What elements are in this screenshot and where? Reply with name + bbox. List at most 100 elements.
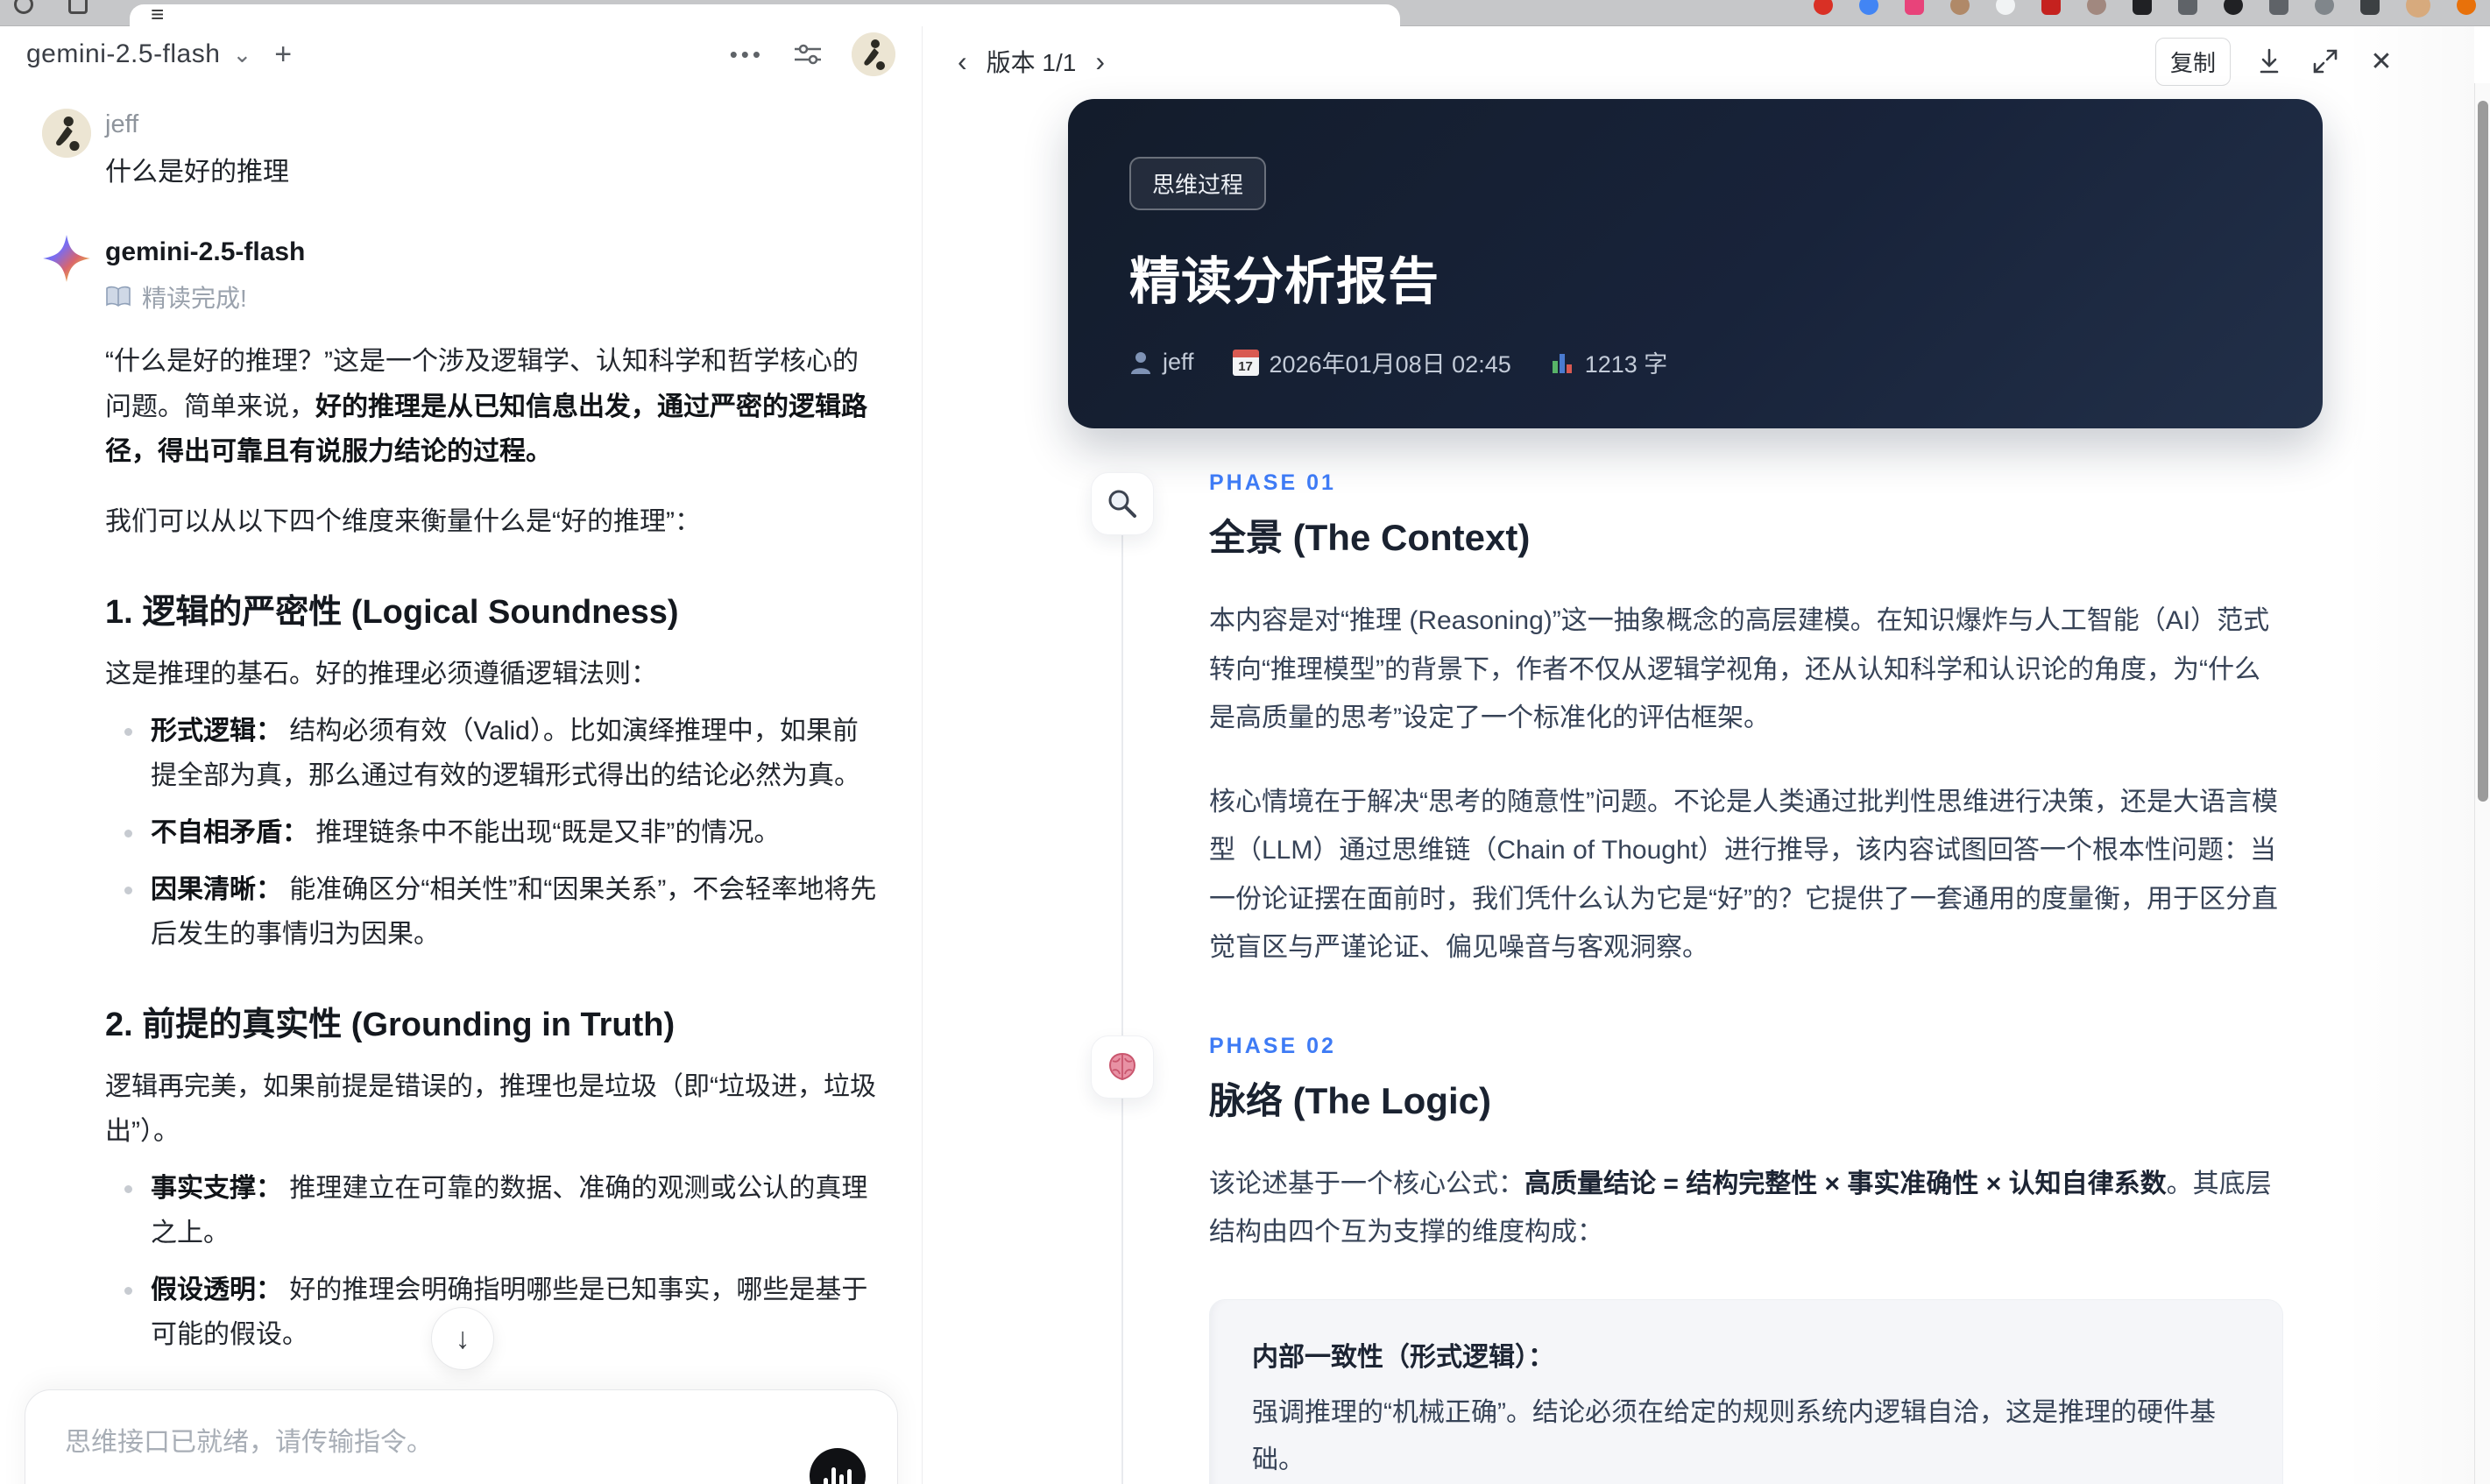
section-lead-1: 这是推理的基石。好的推理必须遵循逻辑法则： <box>105 660 657 689</box>
model-settings-sliders-icon[interactable] <box>790 37 825 72</box>
extension-icon-grey-1[interactable] <box>2178 0 2197 15</box>
user-message-row: jeff 什么是好的推理 <box>42 109 880 188</box>
phase-paragraph: 本内容是对“推理 (Reasoning)”这一抽象概念的高层建模。在知识爆炸与人… <box>1209 606 2270 732</box>
chat-header: gemini-2.5-flash ⌄ + ••• <box>0 26 922 82</box>
assistant-name: gemini-2.5-flash <box>105 237 306 266</box>
extension-icon-blue[interactable] <box>1859 0 1878 15</box>
extension-icon-orange[interactable] <box>2457 0 2476 15</box>
extension-icon-dark-1[interactable] <box>2133 0 2152 15</box>
user-avatar <box>42 109 91 158</box>
artifact-toolbar: ‹ 版本 1/1 › 复制 ✕ <box>923 35 2490 88</box>
section-list-1: 形式逻辑： 结构必须有效（Valid）。比如演绎推理中，如果前提全部为真，那么通… <box>105 709 880 957</box>
card-title: 内部一致性（形式逻辑）： <box>1252 1342 1554 1372</box>
tab-menu-icon[interactable]: ≡ <box>151 1 164 28</box>
section-heading-2: 2. 前提的真实性 (Grounding in Truth) <box>105 1007 676 1044</box>
report-title: 精读分析报告 <box>1129 253 1440 310</box>
section-heading-1: 1. 逻辑的严密性 (Logical Soundness) <box>105 594 679 632</box>
waveform-icon <box>831 1467 836 1484</box>
screen: ≡ gemini-2.5-flash ⌄ + ••• jeff 什么是好的推理 … <box>0 0 2490 1484</box>
list-item: 事实支撑： 推理建立在可靠的数据、准确的观测或公认的真理之上。 <box>105 1166 880 1255</box>
list-item: 因果清晰： 能准确区分“相关性”和“因果关系”，不会轻率地将先后发生的事情归为因… <box>105 867 880 957</box>
artifact-actions: 复制 ✕ <box>2154 37 2399 86</box>
version-navigator: ‹ 版本 1/1 › <box>958 44 1105 79</box>
report-author: jeff <box>1129 349 1194 376</box>
calendar-icon: 17 <box>1232 349 1259 376</box>
model-selector[interactable]: gemini-2.5-flash <box>26 39 220 69</box>
extension-icon-crimson[interactable] <box>2041 0 2061 15</box>
logic-dimension-cards: 内部一致性（形式逻辑）： 强调推理的“机械正确”。结论必须在给定的规则系统内逻辑… <box>1209 1298 2323 1484</box>
report-hero-card: 思维过程 精读分析报告 jeff 17 2026年01月08日 02:45 12… <box>1068 99 2323 428</box>
phase-paragraph: 核心情境在于解决“思考的随意性”问题。不论是人类通过批判性思维进行决策，还是大语… <box>1209 787 2278 963</box>
phase-title: 脉络 (The Logic) <box>1209 1079 1491 1121</box>
card-text: 强调推理的“机械正确”。结论必须在给定的规则系统内逻辑自洽，这是推理的硬件基础。 <box>1252 1397 2216 1474</box>
user-name: jeff <box>105 110 139 138</box>
phase-section-1: PHASE 01 全景 (The Context) 本内容是对“推理 (Reas… <box>1068 470 2323 972</box>
scrollbar-thumb[interactable] <box>2478 101 2488 802</box>
message-composer[interactable]: 思维接口已就绪，请传输指令。 + ❖ <box>25 1389 898 1484</box>
browser-history-icon[interactable] <box>14 0 33 14</box>
extension-icon-red[interactable] <box>1814 0 1833 15</box>
extension-icon-dark-3[interactable] <box>2360 0 2380 15</box>
waveform-icon <box>847 1469 852 1484</box>
dimension-card-1: 内部一致性（形式逻辑）： 强调推理的“机械正确”。结论必须在给定的规则系统内逻辑… <box>1209 1298 2283 1484</box>
list-item: 不自相矛盾： 推理链条中不能出现“既是又非”的情况。 <box>105 810 880 855</box>
app-window: gemini-2.5-flash ⌄ + ••• jeff 什么是好的推理 ge… <box>0 26 2490 1484</box>
waveform-icon <box>824 1478 828 1484</box>
arrow-down-icon: ↓ <box>455 1321 470 1355</box>
scroll-to-bottom-button[interactable]: ↓ <box>431 1307 494 1370</box>
section-lead-2: 逻辑再完美，如果前提是错误的，推理也是垃圾（即“垃圾进，垃圾出”）。 <box>105 1072 876 1147</box>
version-next-icon[interactable]: › <box>1095 46 1105 78</box>
extension-icon-dark-2[interactable] <box>2224 0 2243 15</box>
assistant-message-row: gemini-2.5-flash 精读完成! “什么是好的推理？”这是一个涉及逻… <box>42 234 880 1484</box>
extension-icon-pink[interactable] <box>1905 0 1924 15</box>
extension-icon-grey-3[interactable] <box>2315 0 2334 15</box>
close-icon[interactable]: ✕ <box>2364 44 2399 79</box>
extension-icon-brown[interactable] <box>2087 0 2106 15</box>
user-avatar[interactable] <box>852 32 895 76</box>
list-item: 形式逻辑： 结构必须有效（Valid）。比如演绎推理中，如果前提全部为真，那么通… <box>105 709 880 798</box>
browser-address-bar[interactable]: ≡ <box>130 1 1400 28</box>
assistant-intro-paragraph: “什么是好的推理？”这是一个涉及逻辑学、认知科学和哲学核心的问题。简单来说，好的… <box>105 347 867 467</box>
dimensions-intro: 我们可以从以下四个维度来衡量什么是“好的推理”： <box>105 506 701 536</box>
user-message-text: 什么是好的推理 <box>105 158 289 187</box>
version-prev-icon[interactable]: ‹ <box>958 46 967 78</box>
artifact-panel: ‹ 版本 1/1 › 复制 ✕ 思维过程 精读分析报告 jeff 17 2026… <box>923 26 2490 1484</box>
chat-messages[interactable]: jeff 什么是好的推理 gemini-2.5-flash 精读完成! “什么是… <box>0 82 922 1484</box>
artifact-scrollbar[interactable] <box>2474 83 2490 1484</box>
panel-edge-shadow <box>2343 26 2474 1484</box>
phase-section-2: PHASE 02 脉络 (The Logic) 该论述基于一个核心公式：高质量结… <box>1068 1034 2323 1484</box>
chat-panel: gemini-2.5-flash ⌄ + ••• jeff 什么是好的推理 ge… <box>0 26 923 1484</box>
download-icon[interactable] <box>2252 44 2287 79</box>
waveform-icon <box>839 1474 844 1484</box>
report-badge: 思维过程 <box>1129 157 1267 210</box>
profile-avatar-icon[interactable] <box>2406 0 2430 18</box>
brain-icon <box>1091 1035 1154 1099</box>
browser-apps-grid-icon[interactable] <box>68 0 88 14</box>
report-phases: PHASE 01 全景 (The Context) 本内容是对“推理 (Reas… <box>1068 470 2323 1484</box>
extension-icon-light[interactable] <box>1996 0 2015 15</box>
more-options-icon[interactable]: ••• <box>730 41 764 68</box>
phase-title: 全景 (The Context) <box>1209 517 1531 558</box>
browser-extensions-row <box>1814 0 2476 18</box>
report-word-count: 1213 字 <box>1550 345 1667 379</box>
assistant-status: 精读完成! <box>105 279 880 314</box>
phase-label: PHASE 02 <box>1209 1033 1336 1058</box>
version-label: 版本 1/1 <box>986 49 1077 76</box>
new-chat-button[interactable]: + <box>274 38 292 72</box>
person-icon <box>1131 351 1150 374</box>
magnifier-icon <box>1091 472 1154 535</box>
bar-chart-icon <box>1552 353 1572 373</box>
phase-formula-paragraph: 该论述基于一个核心公式：高质量结论 = 结构完整性 × 事实准确性 × 认知自律… <box>1209 1169 2272 1247</box>
fullscreen-expand-icon[interactable] <box>2308 44 2343 79</box>
copy-button[interactable]: 复制 <box>2154 37 2231 86</box>
report-document: 思维过程 精读分析报告 jeff 17 2026年01月08日 02:45 12… <box>1068 99 2323 1484</box>
composer-input[interactable]: 思维接口已就绪，请传输指令。 <box>65 1420 858 1459</box>
assistant-status-text: 精读完成! <box>142 285 247 312</box>
extension-icon-grey-2[interactable] <box>2269 0 2288 15</box>
chevron-down-icon[interactable]: ⌄ <box>232 41 251 68</box>
phase-label: PHASE 01 <box>1209 470 1336 495</box>
extension-icon-tan[interactable] <box>1950 0 1970 15</box>
report-meta: jeff 17 2026年01月08日 02:45 1213 字 <box>1129 345 2261 379</box>
open-book-icon <box>105 286 131 308</box>
report-date: 17 2026年01月08日 02:45 <box>1232 345 1511 379</box>
